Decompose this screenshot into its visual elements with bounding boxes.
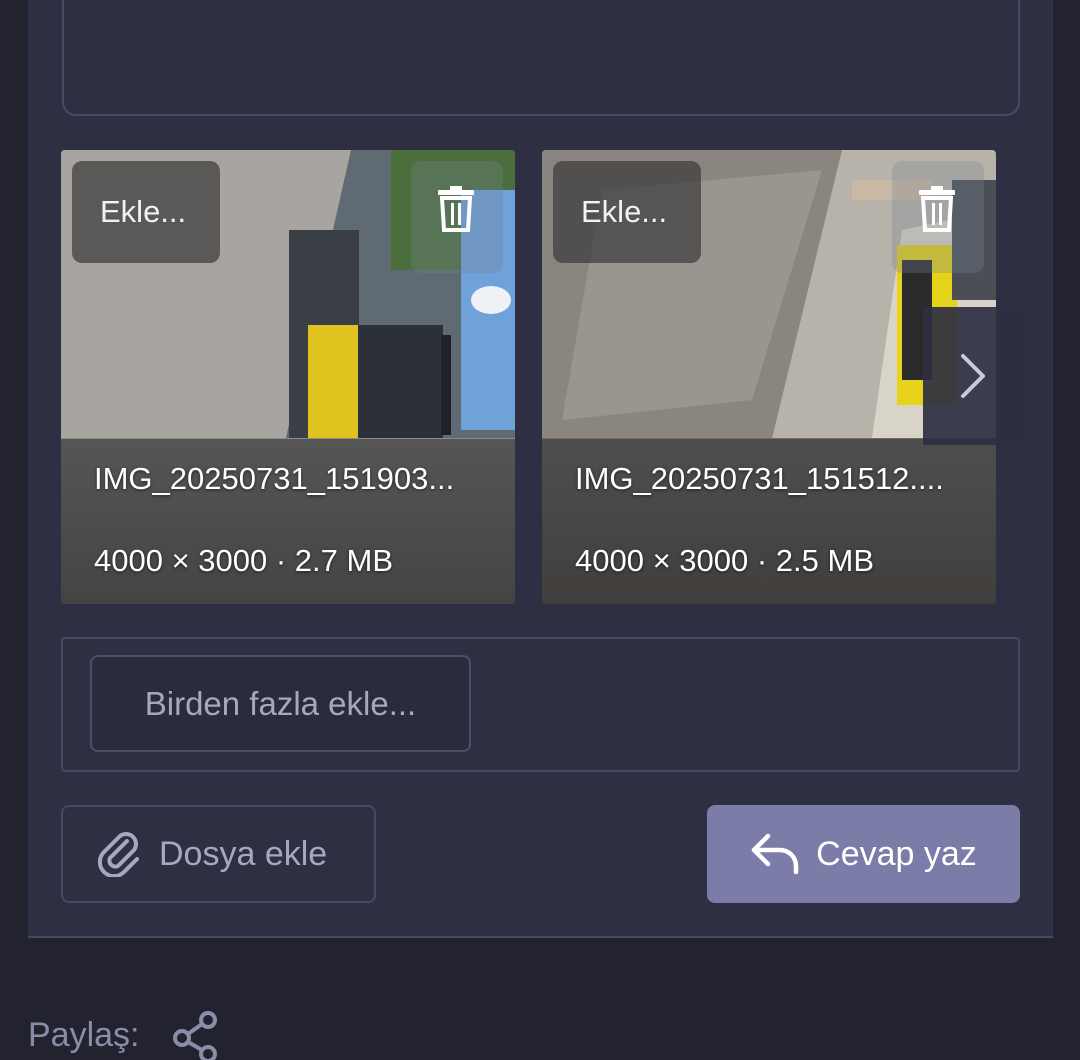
paperclip-icon (97, 832, 139, 877)
attachment-gallery: Ekle... IMG_20250731_151903... 4000 × 30… (61, 150, 1023, 604)
reply-button[interactable]: Cevap yaz (707, 805, 1020, 903)
share-icon[interactable] (170, 1010, 220, 1060)
share-section: Paylaş: (28, 1010, 220, 1060)
delete-attachment-button[interactable] (411, 161, 503, 273)
attach-file-label: Dosya ekle (159, 834, 328, 873)
attachment-filename: IMG_20250731_151903... (94, 461, 455, 496)
reply-label: Cevap yaz (816, 834, 977, 873)
add-caption-label: Ekle... (581, 194, 668, 229)
trash-icon (919, 186, 955, 232)
add-caption-button[interactable]: Ekle... (553, 161, 701, 263)
attachment-info: IMG_20250731_151903... 4000 × 3000 · 2.7… (61, 439, 515, 604)
reply-arrow-icon (751, 833, 799, 875)
attachment-meta: 4000 × 3000 · 2.7 MB (94, 543, 394, 578)
attach-file-button[interactable]: Dosya ekle (61, 805, 376, 903)
attachment-card[interactable]: Ekle... IMG_20250731_151903... 4000 × 30… (61, 150, 515, 604)
add-caption-label: Ekle... (100, 194, 187, 229)
delete-attachment-button[interactable] (892, 161, 984, 273)
gallery-next-button[interactable] (923, 307, 1023, 445)
attachment-filename: IMG_20250731_151512.... (575, 461, 944, 496)
add-multiple-label: Birden fazla ekle... (144, 684, 417, 722)
add-caption-button[interactable]: Ekle... (72, 161, 220, 263)
attachment-info: IMG_20250731_151512.... 4000 × 3000 · 2.… (542, 439, 996, 604)
attachment-meta: 4000 × 3000 · 2.5 MB (575, 543, 875, 578)
share-label: Paylaş: (28, 1015, 140, 1054)
chevron-right-icon (961, 354, 985, 398)
add-multiple-button[interactable]: Birden fazla ekle... (90, 655, 471, 752)
trash-icon (438, 186, 474, 232)
reply-textarea[interactable] (62, 0, 1020, 116)
